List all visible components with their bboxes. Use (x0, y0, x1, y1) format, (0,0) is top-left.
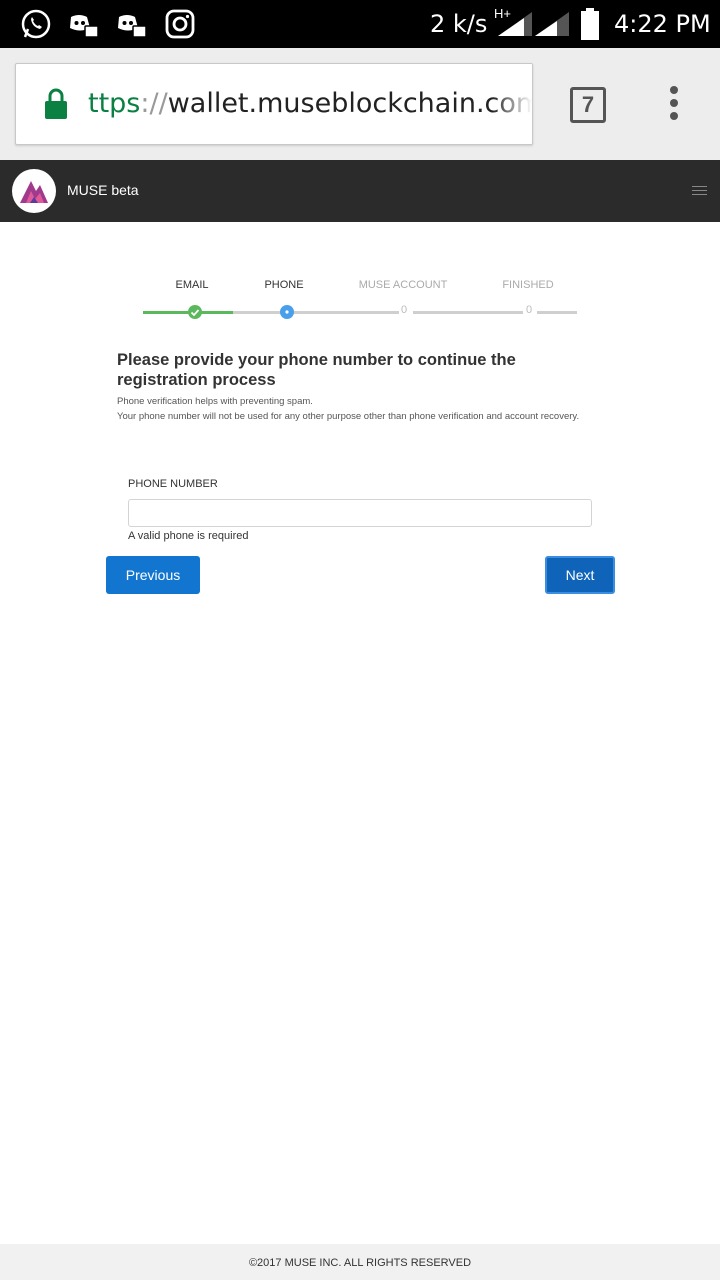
step-marker-finished: 0 (526, 304, 533, 316)
url-text: ttps://wallet.museblockchain.com/# (88, 88, 533, 119)
app-header: MUSE beta (0, 160, 720, 222)
signal-icon-2 (535, 12, 569, 36)
address-bar[interactable]: ttps://wallet.museblockchain.com/# (15, 63, 533, 145)
step-track-finished (537, 311, 577, 314)
status-bar: 2 k/s H+ 4:22 PM (0, 0, 720, 48)
phone-error-message: A valid phone is required (128, 530, 249, 542)
step-label-muse-account: MUSE ACCOUNT (358, 279, 448, 291)
discord-icon (70, 15, 99, 38)
muse-logo[interactable] (12, 169, 56, 213)
phone-number-input[interactable] (128, 499, 592, 527)
overflow-menu-icon[interactable] (666, 86, 682, 122)
step-label-finished: FINISHED (502, 279, 554, 291)
step-marker-muse-account: 0 (401, 304, 408, 316)
next-button[interactable]: Next (545, 556, 615, 594)
step-track-phone (233, 311, 399, 314)
note-privacy: Your phone number will not be used for a… (117, 411, 580, 422)
muse-logo-icon (20, 181, 48, 203)
net-speed: 2 k/s (430, 10, 488, 38)
step-label-phone: PHONE (264, 279, 304, 291)
signal-icon (498, 12, 532, 36)
tab-switcher-button[interactable]: 7 (570, 87, 606, 123)
footer-copyright: ©2017 MUSE INC. ALL RIGHTS RESERVED (0, 1244, 720, 1280)
step-track-muse-account (413, 311, 523, 314)
phone-number-label: PHONE NUMBER (128, 478, 218, 490)
hamburger-menu-icon[interactable] (692, 186, 707, 198)
browser-toolbar: ttps://wallet.museblockchain.com/# 7 (0, 48, 720, 160)
instagram-icon (165, 9, 195, 39)
whatsapp-icon (21, 9, 51, 39)
note-spam: Phone verification helps with preventing… (117, 396, 313, 407)
step-label-email: EMAIL (175, 279, 209, 291)
page-title: Please provide your phone number to cont… (117, 351, 516, 389)
check-icon (188, 305, 202, 319)
url-fade (492, 64, 532, 144)
current-step-dot-icon (280, 305, 294, 319)
previous-button[interactable]: Previous (106, 556, 200, 594)
app-brand: MUSE beta (67, 182, 139, 198)
lock-icon (45, 88, 67, 119)
clock: 4:22 PM (614, 10, 711, 38)
url-separator: :// (140, 88, 168, 119)
discord-icon-2 (118, 15, 147, 38)
battery-icon (581, 8, 599, 40)
url-scheme: ttps (88, 88, 141, 119)
url-host: wallet.museblockchain.com (167, 88, 533, 119)
